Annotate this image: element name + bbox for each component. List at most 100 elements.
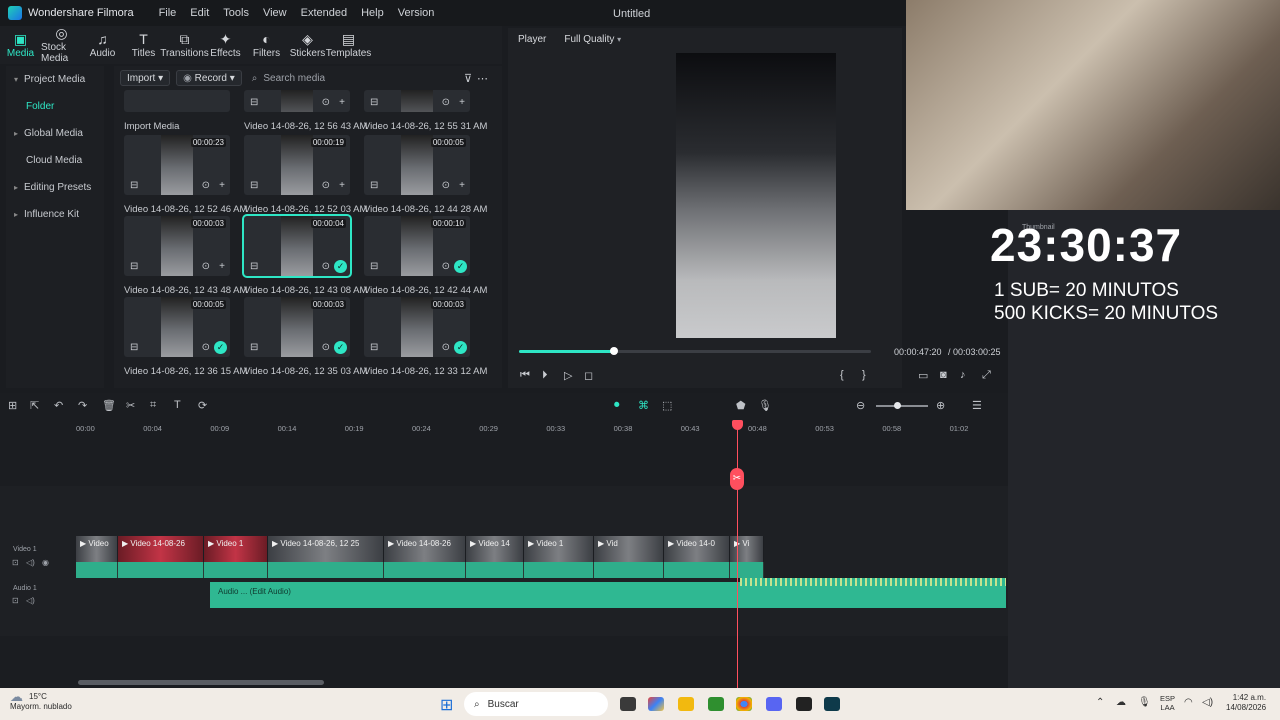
preview-icon[interactable]: ⊙ <box>322 180 330 191</box>
windows-start-icon[interactable]: ⊞ <box>440 695 453 715</box>
media-item[interactable]: ⊟ ⊙ +00:00:05 Video 14-08-26, 12 44 28 AM <box>364 135 487 215</box>
task-view-icon[interactable] <box>620 697 636 711</box>
language-indicator[interactable]: ESP LAA <box>1160 694 1175 712</box>
media-thumbnail[interactable]: ⊟ ⊙ ✓ 00:00:05 <box>124 297 230 357</box>
text-icon[interactable]: T <box>174 399 181 411</box>
video-clip[interactable]: ▶ Video 14 <box>466 536 524 562</box>
xbox-icon[interactable] <box>708 697 724 711</box>
redo-icon[interactable]: ↷ <box>78 399 87 412</box>
menu-file[interactable]: File <box>152 7 184 19</box>
video-clip[interactable]: ▶ Vi <box>730 536 764 562</box>
add-to-timeline-icon[interactable]: + <box>459 180 465 191</box>
preview-icon[interactable]: ⊙ <box>202 261 210 272</box>
media-thumbnail[interactable]: ⊟ ⊙ ✓ 00:00:10 <box>364 216 470 276</box>
undo-icon[interactable]: ↶ <box>54 399 63 412</box>
media-thumbnail[interactable]: ⊟ ⊙ +00:00:03 <box>124 216 230 276</box>
video-clip[interactable]: ▶ Video 1 <box>204 536 268 562</box>
menu-help[interactable]: Help <box>354 7 391 19</box>
media-item[interactable]: ⊟ ⊙ ✓ 00:00:04 Video 14-08-26, 12 43 08 AM <box>242 214 367 296</box>
media-thumbnail[interactable]: ⊟ ⊙ +00:00:23 <box>124 135 230 195</box>
menu-edit[interactable]: Edit <box>183 7 216 19</box>
import-button[interactable]: Import ▾ <box>120 70 171 86</box>
media-item[interactable]: ⊟ ⊙ + Video 14-08-26, 12 55 31 AM <box>364 90 487 132</box>
track-eye-icon[interactable]: ◉ <box>42 558 49 567</box>
mark-in-icon[interactable]: { <box>840 369 844 381</box>
media-item[interactable]: ⊟ ⊙ + Video 14-08-26, 12 56 43 AM <box>244 90 367 132</box>
snapshot-icon[interactable]: ◙ <box>940 369 947 381</box>
quality-select[interactable]: Full Quality ▾ <box>564 34 621 45</box>
media-thumbnail[interactable]: ⊟ ⊙ +00:00:05 <box>364 135 470 195</box>
taskbar-search[interactable]: ⌕ Buscar <box>464 692 608 716</box>
delete-icon[interactable]: 🗑 <box>102 399 116 412</box>
menu-tools[interactable]: Tools <box>216 7 256 19</box>
video-clip[interactable]: ▶ Video <box>76 536 118 562</box>
magnet-icon[interactable]: ⌘ <box>638 399 649 412</box>
media-thumbnail[interactable] <box>124 90 230 112</box>
snap-icon[interactable]: ⏺ <box>614 399 620 412</box>
volume-icon[interactable]: ♪ <box>960 369 966 381</box>
timeline-ruler[interactable]: 00:00 00:04 00:09 00:14 00:19 00:24 00:29 00:33… <box>0 422 1008 436</box>
zoom-in-icon[interactable]: ⊕ <box>936 399 945 412</box>
split-icon[interactable]: ✂ <box>126 399 135 412</box>
preview-icon[interactable]: ⊙ <box>442 342 450 353</box>
zoom-slider-handle[interactable] <box>894 402 901 409</box>
tab-audio[interactable]: ♫ Audio <box>82 26 123 64</box>
more-icon[interactable]: ⋯ <box>477 72 488 85</box>
record-button[interactable]: ◉ Record ▾ <box>176 70 242 86</box>
video-clip[interactable]: ▶ Video 14-08-26 <box>118 536 204 562</box>
video-clip[interactable]: ▶ Vid <box>594 536 664 562</box>
speaker-icon[interactable]: ◁) <box>1202 697 1213 708</box>
add-to-timeline-icon[interactable]: + <box>339 97 345 108</box>
sidebar-item-folder[interactable]: Folder <box>6 93 104 120</box>
storyboard-icon[interactable]: ⊟ <box>130 180 138 191</box>
video-clip[interactable]: ▶ Video 1 <box>524 536 594 562</box>
media-thumbnail[interactable]: ⊟ ⊙ + <box>244 90 350 112</box>
storyboard-icon[interactable]: ⊟ <box>250 261 258 272</box>
weather-widget[interactable]: ☁ 15°C Mayorm. nublado <box>10 690 72 712</box>
audio-lock-icon[interactable]: ⊡ <box>12 596 19 605</box>
preview-icon[interactable]: ⊙ <box>442 261 450 272</box>
mic-icon[interactable]: 🎙 <box>758 399 772 412</box>
media-item[interactable]: ⊟ ⊙ +00:00:23 Video 14-08-26, 12 52 46 AM <box>124 135 247 215</box>
add-to-timeline-icon[interactable]: + <box>219 180 225 191</box>
menu-extended[interactable]: Extended <box>294 7 354 19</box>
playhead-line[interactable] <box>737 422 738 688</box>
media-item[interactable]: ⊟ ⊙ ✓ 00:00:03 Video 14-08-26, 12 35 03 AM <box>244 297 367 377</box>
video-clip[interactable]: ▶ Video 14-08-26, 12 25 <box>268 536 384 562</box>
media-thumbnail[interactable]: ⊟ ⊙ ✓ 00:00:03 <box>244 297 350 357</box>
fullscreen-icon[interactable]: ⤢ <box>982 369 991 382</box>
play-full-icon[interactable]: ▷ <box>564 369 572 382</box>
copilot-icon[interactable] <box>648 697 664 711</box>
track-lock-icon[interactable]: ⊡ <box>12 558 19 567</box>
media-thumbnail[interactable]: ⊟ ⊙ + <box>364 90 470 112</box>
play-icon[interactable]: ⏵ <box>542 369 548 382</box>
storyboard-icon[interactable]: ⊟ <box>370 180 378 191</box>
media-item[interactable]: ⊟ ⊙ ✓ 00:00:10 Video 14-08-26, 12 42 44 AM <box>364 216 487 296</box>
tab-templates[interactable]: ▤ Templates <box>326 26 372 64</box>
stop-icon[interactable]: ◻ <box>584 369 593 382</box>
media-item[interactable]: ⊟ ⊙ ✓ 00:00:03 Video 14-08-26, 12 33 12 AM <box>364 297 487 377</box>
sidebar-item-editing-presets[interactable]: ▸ Editing Presets <box>6 174 104 201</box>
media-item[interactable]: ⊟ ⊙ +00:00:03 Video 14-08-26, 12 43 48 AM <box>124 216 247 296</box>
media-thumbnail[interactable]: ⊟ ⊙ ✓ 00:00:03 <box>364 297 470 357</box>
video-clip[interactable]: ▶ Video 14-0 <box>664 536 730 562</box>
chrome-icon[interactable] <box>736 697 752 711</box>
add-to-timeline-icon[interactable]: + <box>459 97 465 108</box>
media-item[interactable]: Import Media <box>124 90 230 132</box>
tab-titles[interactable]: T Titles <box>123 26 164 64</box>
preview-icon[interactable]: ⊙ <box>442 180 450 191</box>
tab-stickers[interactable]: ◈ Stickers <box>287 26 328 64</box>
search-input[interactable]: ⌕ Search media <box>252 73 325 84</box>
tab-filters[interactable]: ◐ Filters <box>246 26 287 64</box>
add-to-timeline-icon[interactable]: + <box>219 261 225 272</box>
storyboard-icon[interactable]: ⊟ <box>250 180 258 191</box>
tab-effects[interactable]: ✦ Effects <box>205 26 246 64</box>
preview-icon[interactable]: ⊙ <box>322 261 330 272</box>
wifi-icon[interactable]: ◠ <box>1184 697 1193 708</box>
menu-version[interactable]: Version <box>391 7 442 19</box>
shield-icon[interactable]: ⬟ <box>736 399 746 412</box>
obs-icon[interactable] <box>796 697 812 711</box>
media-thumbnail[interactable]: ⊟ ⊙ +00:00:19 <box>244 135 350 195</box>
sidebar-item-influence-kit[interactable]: ▸ Influence Kit <box>6 201 104 228</box>
storyboard-icon[interactable]: ⊟ <box>250 342 258 353</box>
